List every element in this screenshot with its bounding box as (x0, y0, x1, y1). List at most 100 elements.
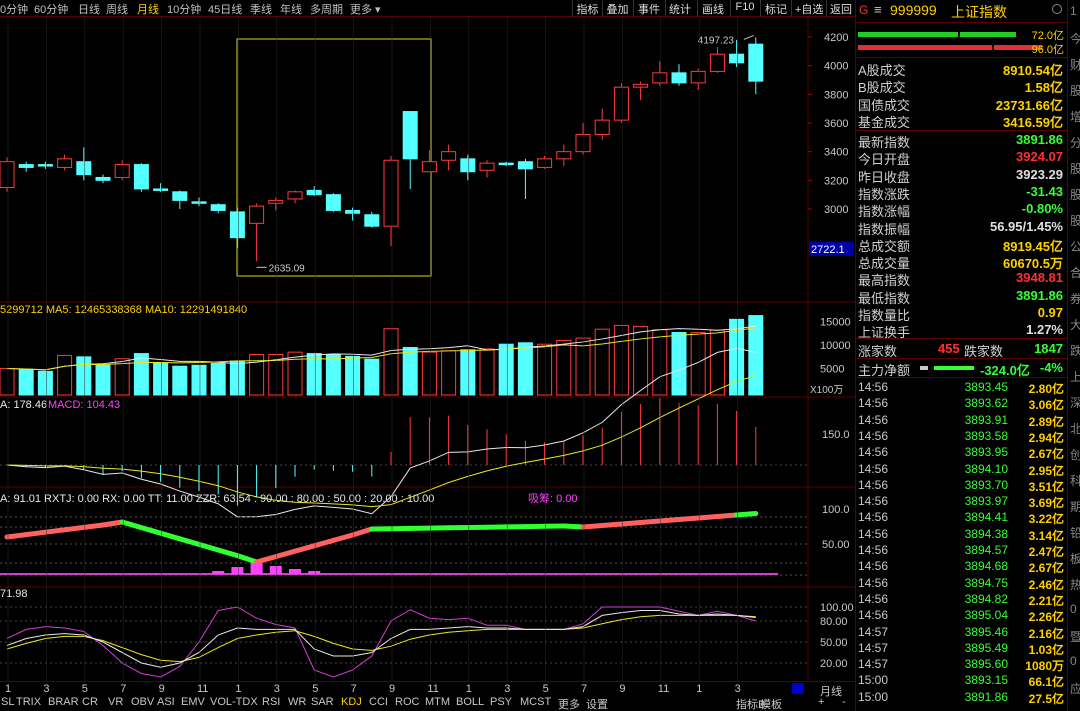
indicator-tab-2[interactable]: BRAR (48, 696, 79, 711)
indicator-tab-9[interactable]: RSI (262, 696, 280, 711)
trade-row[interactable]: 15:00 3891.86 27.5亿 (858, 690, 1066, 706)
volume-legend: 5299712 MA5: 12465338368 MA10: 122914918… (0, 304, 247, 316)
chart-svg: 4200 4000 3800 3600 3400 3200 3000 2722.1 4197.2… (0, 17, 855, 681)
indicator-tab-5[interactable]: OBV (131, 696, 154, 711)
zoom-in-button[interactable]: + (818, 696, 824, 711)
indicator-tab-14[interactable]: ROC (395, 696, 419, 711)
trade-row[interactable]: 14:57 3895.49 1.03亿 (858, 641, 1066, 657)
trade-price: 3893.97 (964, 494, 1008, 509)
cyq-band-seg-5 (100, 519, 125, 528)
indicator-tab-16[interactable]: BOLL (456, 696, 484, 711)
indicator-tab-1[interactable]: TRIX (16, 696, 41, 711)
candle-18 (345, 209, 361, 214)
cyq-band-seg-30 (580, 523, 605, 530)
circle-icon[interactable] (1052, 4, 1062, 14)
trade-time: 14:56 (858, 380, 889, 394)
trade-row[interactable]: 14:56 3894.68 2.67亿 (858, 559, 1066, 575)
indicator-tab-8[interactable]: VOL-TDX (210, 696, 258, 711)
edge-char-20: 铅 (1070, 524, 1080, 541)
cyq-band-seg-7 (138, 525, 164, 536)
indicator-tab-15[interactable]: MTM (425, 696, 450, 711)
indicator-tab-19[interactable]: 更多 (558, 696, 580, 711)
indicator-tab-20[interactable]: 设置 (586, 696, 608, 711)
indicator-tab-7[interactable]: EMV (181, 696, 205, 711)
period-tab-5[interactable]: 10分钟 (167, 1, 201, 17)
indicator-tab-17[interactable]: PSY (490, 696, 512, 711)
trade-row[interactable]: 14:56 3893.62 3.06亿 (858, 396, 1066, 412)
candle-36 (690, 70, 706, 84)
toolbar-button-7[interactable]: +自选 (791, 0, 825, 17)
template-button[interactable]: 模板 (760, 696, 782, 711)
period-tab-4[interactable]: 月线 (137, 1, 159, 17)
cyq-band-seg-34 (657, 517, 682, 524)
volume-bar-27 (517, 342, 533, 396)
trade-row[interactable]: 14:56 3893.95 2.67亿 (858, 445, 1066, 461)
trade-row[interactable]: 14:56 3894.41 3.22亿 (858, 510, 1066, 526)
volume-bar-7 (133, 353, 149, 396)
indicator-tab-11[interactable]: SAR (311, 696, 334, 711)
trade-row[interactable]: 14:57 3895.46 2.16亿 (858, 625, 1066, 641)
period-tab-3[interactable]: 周线 (106, 1, 128, 17)
trade-time: 14:56 (858, 445, 889, 460)
volume-bar-2 (37, 370, 53, 396)
candle-16 (306, 189, 322, 196)
indicator-tab-12[interactable]: KDJ (341, 696, 362, 711)
turnover-label: 基金成交 (858, 115, 911, 131)
trade-row[interactable]: 14:56 3894.75 2.46亿 (858, 576, 1066, 592)
toolbar-button-2[interactable]: 事件 (633, 0, 664, 17)
toolbar-button-4[interactable]: 画线 (697, 0, 728, 17)
trade-row[interactable]: 14:56 3894.38 3.14亿 (858, 527, 1066, 543)
turnover-value: 8910.54亿 (1003, 63, 1063, 78)
toolbar-button-3[interactable]: 统计 (665, 0, 694, 17)
toolbar-button-1[interactable]: 叠加 (602, 0, 632, 17)
toolbar-button-0[interactable]: 指标 (572, 0, 602, 17)
price-tick-6: 3000 (824, 204, 848, 216)
trade-volume: 1080万 (1025, 659, 1064, 674)
trade-time: 14:56 (858, 608, 889, 623)
candle-28 (537, 158, 553, 168)
indicator-tab-10[interactable]: WR (288, 696, 306, 711)
toolbar-button-5[interactable]: F10 (730, 0, 759, 17)
trade-row[interactable]: 14:57 3895.60 1080万 (858, 657, 1066, 673)
menu-icon[interactable]: ≡ (874, 2, 882, 17)
indicator-tab-3[interactable]: CR (82, 696, 98, 711)
zoom-out-button[interactable]: - (842, 696, 846, 711)
period-tab-6[interactable]: 45日线 (208, 1, 242, 17)
stat-row: 最低指数 3891.86 (858, 288, 1066, 306)
trade-row[interactable]: 14:56 3893.70 3.51亿 (858, 478, 1066, 494)
scroll-handle[interactable] (792, 683, 804, 694)
indicator-tab-4[interactable]: VR (108, 696, 123, 711)
toolbar-button-6[interactable]: 标记 (760, 0, 791, 17)
trade-row[interactable]: 14:56 3893.45 2.80亿 (858, 380, 1066, 396)
trade-volume: 2.67亿 (1028, 561, 1064, 576)
selection-box[interactable] (236, 38, 432, 277)
indicator-tab-6[interactable]: ASI (157, 696, 175, 711)
trade-row[interactable]: 14:56 3893.58 2.94亿 (858, 429, 1066, 445)
period-tab-0[interactable]: 0分钟 (0, 1, 28, 17)
candle-15 (287, 191, 303, 200)
chart-area[interactable]: 4200 4000 3800 3600 3400 3200 3000 2722.1 4197.2… (0, 17, 855, 681)
trade-row[interactable]: 14:56 3895.04 2.26亿 (858, 608, 1066, 624)
indicator-tab-0[interactable]: SL (1, 696, 14, 711)
volume-bar-35 (671, 331, 687, 396)
period-tab-1[interactable]: 60分钟 (34, 1, 68, 17)
period-tab-8[interactable]: 年线 (280, 1, 302, 17)
trade-row[interactable]: 14:56 3894.10 2.95亿 (858, 462, 1066, 478)
period-tab-9[interactable]: 多周期 (310, 1, 343, 17)
cyq-chip-bar-1 (231, 567, 244, 574)
trade-row[interactable]: 14:56 3894.82 2.21亿 (858, 592, 1066, 608)
period-tab-2[interactable]: 日线 (78, 1, 100, 17)
volume-bar-11 (210, 362, 226, 396)
period-tab-10[interactable]: 更多 ▾ (350, 1, 381, 17)
indicator-tab-18[interactable]: MCST (520, 696, 551, 711)
trade-row[interactable]: 14:56 3894.57 2.47亿 (858, 543, 1066, 559)
trade-row[interactable]: 15:00 3893.15 66.1亿 (858, 673, 1066, 689)
trade-row[interactable]: 14:56 3893.97 3.69亿 (858, 494, 1066, 510)
indicator-tab-13[interactable]: CCI (369, 696, 388, 711)
toolbar-button-8[interactable]: 返回 (826, 0, 855, 17)
trade-row[interactable]: 14:56 3893.91 2.89亿 (858, 413, 1066, 429)
trade-volume: 3.14亿 (1028, 528, 1064, 543)
period-tab-7[interactable]: 季线 (250, 1, 272, 17)
stat-row: 总成交额 8919.45亿 (858, 236, 1066, 254)
group-g-label[interactable]: G (859, 3, 868, 17)
